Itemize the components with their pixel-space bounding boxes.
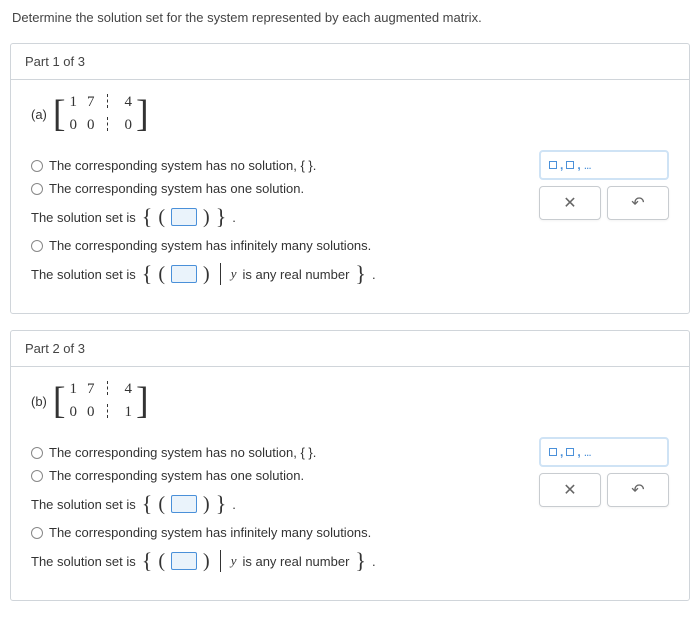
m-cell: 4: [125, 381, 133, 398]
part-header: Part 1 of 3: [11, 44, 689, 80]
solution-prefix: The solution set is: [31, 267, 136, 282]
m-cell: 4: [125, 94, 133, 111]
m-cell: 0: [87, 404, 95, 421]
option-text: The corresponding system has infinitely …: [49, 238, 371, 253]
m-cell: 1: [125, 404, 133, 421]
option-text: The corresponding system has one solutio…: [49, 181, 304, 196]
aug-bar: [107, 117, 113, 131]
solution-prefix: The solution set is: [31, 497, 136, 512]
m-cell: 7: [87, 381, 95, 398]
radio-infinite-solutions[interactable]: [31, 527, 43, 539]
solution-prefix: The solution set is: [31, 554, 136, 569]
option-text: The corresponding system has infinitely …: [49, 525, 371, 540]
m-cell: 1: [70, 94, 78, 111]
radio-no-solution[interactable]: [31, 160, 43, 172]
m-cell: 0: [87, 117, 95, 134]
reset-button[interactable]: ↶: [607, 186, 669, 220]
undo-icon: ↶: [631, 193, 644, 213]
close-icon: ✕: [563, 480, 576, 500]
augmented-matrix: [ 1 7 4 0 0 0 ]: [53, 94, 149, 134]
y-var: y: [231, 553, 237, 569]
answer-input[interactable]: [171, 552, 197, 570]
answer-input[interactable]: [171, 265, 197, 283]
aug-bar: [107, 404, 113, 418]
m-cell: 1: [70, 381, 78, 398]
m-cell: 0: [125, 117, 133, 134]
close-icon: ✕: [563, 193, 576, 213]
format-hint[interactable]: ,,...: [539, 150, 669, 180]
answer-input[interactable]: [171, 208, 197, 226]
clear-button[interactable]: ✕: [539, 186, 601, 220]
y-var: y: [231, 266, 237, 282]
m-cell: 0: [70, 117, 78, 134]
suffix-text: is any real number: [242, 554, 349, 569]
option-text: The corresponding system has no solution…: [49, 158, 316, 173]
m-cell: 0: [70, 404, 78, 421]
aug-bar: [107, 381, 113, 395]
radio-one-solution[interactable]: [31, 470, 43, 482]
format-hint[interactable]: ,,...: [539, 437, 669, 467]
solution-prefix: The solution set is: [31, 210, 136, 225]
part-2: Part 2 of 3 (b) [ 1 7 4 0 0 1 ]: [10, 330, 690, 601]
clear-button[interactable]: ✕: [539, 473, 601, 507]
part-label: (b): [31, 394, 47, 409]
radio-one-solution[interactable]: [31, 183, 43, 195]
reset-button[interactable]: ↶: [607, 473, 669, 507]
answer-input[interactable]: [171, 495, 197, 513]
suffix-text: is any real number: [242, 267, 349, 282]
m-cell: 7: [87, 94, 95, 111]
radio-no-solution[interactable]: [31, 447, 43, 459]
part-header: Part 2 of 3: [11, 331, 689, 367]
option-text: The corresponding system has one solutio…: [49, 468, 304, 483]
radio-infinite-solutions[interactable]: [31, 240, 43, 252]
question-prompt: Determine the solution set for the syste…: [0, 0, 700, 35]
part-1: Part 1 of 3 (a) [ 1 7 4 0 0 0 ]: [10, 43, 690, 314]
aug-bar: [107, 94, 113, 108]
part-label: (a): [31, 107, 47, 122]
option-text: The corresponding system has no solution…: [49, 445, 316, 460]
undo-icon: ↶: [631, 480, 644, 500]
augmented-matrix: [ 1 7 4 0 0 1 ]: [53, 381, 149, 421]
